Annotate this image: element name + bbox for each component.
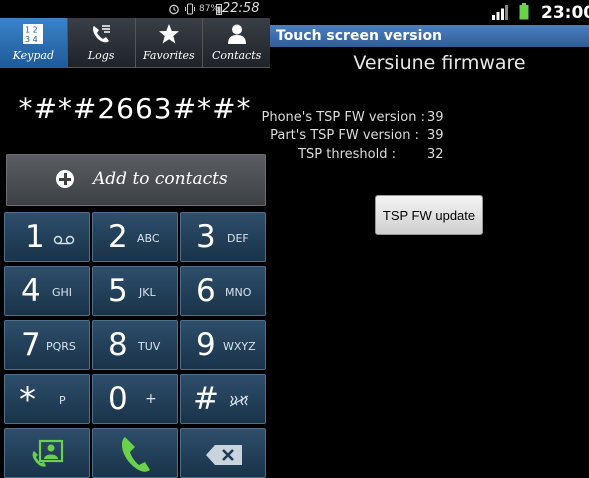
tsp-fw-update-button[interactable]: TSP FW update [375, 195, 483, 235]
tab-logs[interactable]: Logs [68, 18, 136, 67]
key-digit: * [19, 380, 36, 420]
key-5[interactable]: 5 JKL [92, 266, 178, 316]
key-7[interactable]: 7 PQRS [4, 320, 90, 370]
backspace-button[interactable] [180, 428, 266, 478]
dialed-number[interactable]: *#*#2663#*#* [0, 92, 270, 125]
key-digit: 1 [25, 219, 45, 255]
add-circle-icon [56, 170, 74, 188]
page-heading: Versiune firmware [353, 52, 526, 74]
keypad-icon: 1 2 3 4 [23, 24, 44, 44]
app-title: Touch screen version [276, 28, 443, 44]
person-icon [227, 24, 246, 44]
key-hash[interactable]: # [180, 374, 266, 424]
key-digit: 7 [21, 327, 41, 363]
dialer-screen: 87% 22:58 1 2 3 4 Keypad Logs Favorites … [0, 0, 270, 478]
status-bar: 23:00 [270, 0, 589, 25]
call-log-icon [93, 25, 111, 43]
svg-text:3 4: 3 4 [25, 35, 38, 44]
status-time: 22:58 [222, 1, 260, 16]
silent-mode-icon [229, 395, 249, 407]
video-call-button[interactable] [4, 428, 90, 478]
tab-contacts[interactable]: Contacts [203, 18, 270, 67]
part-tsp-label: Part's TSP FW version : [270, 128, 419, 143]
signal-icon [492, 5, 508, 20]
key-4[interactable]: 4 GHI [4, 266, 90, 316]
key-digit: 4 [21, 273, 41, 309]
key-digit: 9 [196, 327, 216, 363]
key-3[interactable]: 3 DEF [180, 212, 266, 262]
key-2[interactable]: 2 ABC [92, 212, 178, 262]
title-bar: Touch screen version [270, 25, 589, 47]
key-digit: 0 [108, 381, 128, 417]
add-to-contacts-label: Add to contacts [93, 169, 228, 189]
key-digit: # [193, 381, 219, 417]
key-letters: JKL [139, 286, 156, 299]
tab-keypad[interactable]: 1 2 3 4 Keypad [0, 18, 68, 67]
key-9[interactable]: 9 WXYZ [180, 320, 266, 370]
key-letters: + [145, 391, 157, 407]
key-0[interactable]: 0 + [92, 374, 178, 424]
call-button[interactable] [92, 428, 178, 478]
star-icon [158, 24, 179, 44]
key-letters: DEF [227, 232, 249, 245]
key-letters: ABC [137, 232, 160, 245]
tsp-screen: 23:00 Touch screen version Versiune firm… [261, 0, 589, 478]
voicemail-icon [53, 235, 75, 245]
alarm-icon [169, 4, 179, 15]
battery-icon [519, 3, 529, 20]
key-digit: 8 [108, 327, 128, 363]
key-digit: 6 [196, 273, 216, 309]
key-digit: 5 [108, 273, 128, 309]
key-8[interactable]: 8 TUV [92, 320, 178, 370]
phone-tsp-value: 39 [427, 110, 444, 125]
tab-label: Contacts [211, 49, 262, 62]
key-digit: 3 [196, 219, 216, 255]
tab-label: Favorites [143, 49, 195, 62]
tab-label: Keypad [12, 49, 55, 62]
svg-text:1 2: 1 2 [25, 26, 38, 35]
key-digit: 2 [108, 219, 128, 255]
key-star[interactable]: * P [4, 374, 90, 424]
key-letters: TUV [138, 340, 161, 353]
phone-call-icon [121, 437, 150, 472]
backspace-icon [206, 445, 242, 465]
key-letters: P [59, 394, 66, 407]
tab-favorites[interactable]: Favorites [136, 18, 204, 67]
threshold-label: TSP threshold : [298, 147, 396, 162]
status-time: 23:00 [541, 3, 589, 23]
video-call-icon [32, 439, 64, 467]
tab-label: Logs [87, 49, 115, 62]
add-to-contacts-button[interactable]: Add to contacts [6, 154, 266, 206]
threshold-value: 32 [427, 147, 444, 162]
key-letters: GHI [52, 286, 73, 299]
key-letters: WXYZ [223, 340, 256, 353]
key-letters: PQRS [46, 340, 76, 353]
status-bar: 87% 22:58 [0, 0, 270, 18]
key-1[interactable]: 1 [4, 212, 90, 262]
vibrate-icon [185, 3, 195, 15]
key-letters: MNO [225, 286, 252, 299]
part-tsp-value: 39 [427, 128, 444, 143]
key-6[interactable]: 6 MNO [180, 266, 266, 316]
phone-tsp-label: Phone's TSP FW version : [261, 110, 425, 125]
dialer-tabs: 1 2 3 4 Keypad Logs Favorites Contacts [0, 18, 270, 68]
